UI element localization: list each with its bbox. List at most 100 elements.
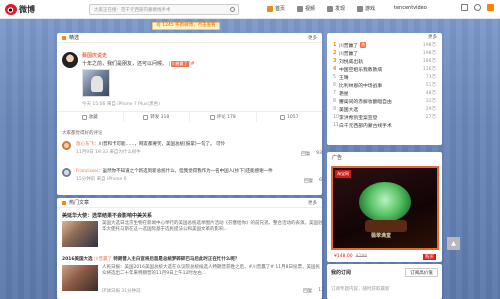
hot-item[interactable]: 7 艳星 48万	[333, 89, 436, 97]
jade-cabbage-image	[359, 182, 411, 222]
new-posts-notice[interactable]: 有 1245 条新微博，点击查看	[152, 22, 220, 30]
comment-like-count[interactable]: 6	[319, 178, 322, 184]
hot-title: 刘悦威出轨	[339, 59, 363, 65]
app-name: 微博	[19, 5, 35, 14]
nav-icons	[461, 4, 494, 11]
top-nav-bar: 微博 大家正在搜：范千元西部内蒙路线手术 首页 视频 发现 游戏 tencent…	[0, 0, 500, 19]
comment-author[interactable]: Francissei	[76, 169, 98, 174]
comment-author[interactable]: 放心东飞	[76, 142, 94, 147]
comment-text: ：川普和卡可能……，网友都要笑，美国总统[鼓掌]一句了。 可怜	[94, 142, 225, 147]
realtime-hot-more[interactable]: 更多	[428, 34, 437, 40]
article-reply-button[interactable]: 回复	[303, 288, 312, 294]
comment-actions: 回复 93	[301, 151, 322, 157]
hot-title: 艳星	[339, 91, 349, 97]
feed-card-title: 精选	[69, 35, 80, 41]
hot-item[interactable]: 1 川普赢了热 198万	[333, 41, 436, 49]
ad-buy-button[interactable]: 购买	[423, 253, 436, 260]
hot-article-more-link[interactable]: 更多	[308, 200, 317, 206]
post-author-avatar[interactable]	[62, 52, 78, 68]
article-thumbnail[interactable]	[62, 221, 98, 247]
ad-header: 广告	[327, 152, 442, 162]
hot-count: 116万	[422, 67, 436, 72]
comment-label: 评论 178	[216, 115, 236, 120]
hot-item[interactable]: 11 白千元西部内蒙古线手术	[333, 121, 436, 129]
scroll-top-button[interactable]: ▲	[447, 237, 460, 250]
feed-card-more-link[interactable]: 更多	[308, 35, 317, 41]
hot-item[interactable]: 8 腰闺间的赤摒妆翻唱自由 31万	[333, 97, 436, 105]
search-placeholder: 大家正在搜：范千元西部内蒙路线手术	[94, 7, 171, 13]
article-title[interactable]: 2016美国大选	[62, 257, 93, 262]
comment-reply-button[interactable]: 回复	[304, 178, 313, 184]
comment-body: 放心东飞：川普和卡可能……，网友都要笑，美国总统[鼓掌]一句了。 可怜 11月9…	[76, 141, 322, 155]
subscribe-button[interactable]: 订阅高价值	[405, 268, 438, 277]
message-icon[interactable]	[461, 4, 468, 11]
comment-button[interactable]: 评论 178	[190, 112, 257, 122]
hot-item[interactable]: 10 李洪希凯宝案宣登 27万	[333, 113, 436, 121]
hot-article-header: 热门文章 更多	[57, 198, 322, 208]
ad-price-bar[interactable]: ¥148.00 ¥298 购买	[331, 252, 439, 261]
hot-item[interactable]: 3 刘悦威出轨 186万	[333, 57, 436, 65]
weibo-logo[interactable]: 微博	[5, 3, 50, 16]
hot-count: 48万	[425, 91, 436, 96]
subscription-title: 我的订阅	[331, 270, 352, 276]
nav-home[interactable]: 首页	[267, 5, 285, 12]
article-like-count[interactable]: 13	[318, 288, 324, 294]
realtime-hot-list: 1 川普赢了热 198万 2 川普赢了 198万 3 刘悦威出轨 186万 4 中国空姐乐我教…	[327, 41, 442, 132]
feed-header-icon	[62, 35, 66, 40]
hot-article-row[interactable]: 美国大选日北京生物在新闻中心举行的美国总统选举图片活动《芬塞给你》的前兄弟。整合…	[62, 221, 324, 249]
hot-count: 186万	[422, 59, 436, 64]
hot-title: 王晴	[339, 75, 349, 81]
favorite-icon	[81, 114, 87, 120]
comment-like-count[interactable]: 93	[316, 151, 322, 157]
gear-icon[interactable]	[474, 4, 481, 11]
hot-article-row[interactable]: 2016美国大选 川普赢了 特朗普入主白宫将后首是总统梦碎碎巴马后此时正在忙什么…	[62, 257, 324, 295]
like-button[interactable]: 1057	[257, 112, 323, 122]
post-image[interactable]	[82, 69, 110, 97]
article-tag[interactable]: 川普赢了	[94, 257, 112, 262]
search-icon[interactable]	[230, 7, 235, 12]
hot-item[interactable]: 6 比利林恩的中场战事 51万	[333, 81, 436, 89]
feed-card-header: 精选 更多	[57, 33, 322, 43]
article-meta: 环球日报 31分钟前	[102, 289, 141, 294]
hot-item[interactable]: 4 中国空姐乐我教教病 116万	[333, 65, 436, 73]
comment-avatar[interactable]	[62, 141, 71, 150]
hot-item[interactable]: 5 王晴 73万	[333, 73, 436, 81]
comment-avatar[interactable]	[62, 168, 71, 177]
post-topic-link[interactable]: [川普赢了]#	[169, 61, 195, 67]
hot-count: 29万	[425, 107, 436, 112]
hot-item[interactable]: 9 美国大选 29万	[333, 105, 436, 113]
favorite-label: 收藏	[88, 115, 98, 120]
hot-title: 川普赢了	[339, 43, 359, 49]
realtime-hot-panel: 更多 1 川普赢了热 198万 2 川普赢了 198万 3 刘悦威出轨 186万 4 中国空姐…	[327, 33, 442, 145]
post-meta: 今天 15:06 来自 iPhone 7 Plus(黑色)	[82, 102, 160, 107]
nav-home-label: 首页	[275, 6, 286, 12]
subscription-text: 订阅专题内容，随时获取最新	[331, 287, 390, 292]
video-icon	[297, 5, 304, 12]
hot-item[interactable]: 2 川普赢了 198万	[333, 49, 436, 57]
nav-username[interactable]: tencentvideo	[394, 5, 427, 11]
article-thumbnail[interactable]	[62, 265, 98, 291]
home-icon	[267, 5, 273, 12]
comment-item: 放心东飞：川普和卡可能……，网友都要笑，美国总统[鼓掌]一句了。 可怜 11月9…	[62, 141, 322, 161]
compose-icon[interactable]	[487, 4, 494, 11]
hot-title: 中国空姐乐我教教病	[339, 67, 383, 73]
post-author-name[interactable]: 蔡国庆说史	[82, 52, 107, 59]
article-title-rest[interactable]: 特朗普入主白宫将后首是总统梦碎碎巴马后此时正在忙什么呢？	[113, 257, 239, 262]
article-content: 2016美国大选 川普赢了 特朗普入主白宫将后首是总统梦碎碎巴马后此时正在忙什么…	[62, 257, 324, 263]
comment-meta: 11月9日 19:33 来自为什么很牛	[76, 150, 141, 155]
hot-count: 198万	[422, 43, 436, 48]
nav-game[interactable]: 游戏	[357, 5, 375, 12]
ad-image[interactable]: 淘宝网 翡翠满堂	[331, 166, 439, 250]
realtime-hot-header: 更多	[327, 33, 442, 41]
search-input[interactable]: 大家正在搜：范千元西部内蒙路线手术	[89, 4, 239, 15]
favorite-button[interactable]: 收藏	[57, 112, 124, 122]
hot-article-icon	[62, 200, 66, 205]
taobao-tag: 淘宝网	[335, 170, 351, 178]
article-summary: 美国大选日北京生物在新闻中心举行的美国总统选举图片活动《芬塞给你》的前兄弟。整合…	[102, 221, 323, 232]
nav-video[interactable]: 视频	[297, 5, 315, 12]
comment-reply-button[interactable]: 回复	[301, 151, 310, 157]
repost-button[interactable]: 转发 318	[124, 112, 190, 122]
hot-count: 31万	[425, 99, 436, 104]
nav-discover[interactable]: 发现	[327, 5, 345, 12]
hot-article-headline[interactable]: 美延华大使：选举结果不会影响中美关系	[62, 212, 152, 219]
